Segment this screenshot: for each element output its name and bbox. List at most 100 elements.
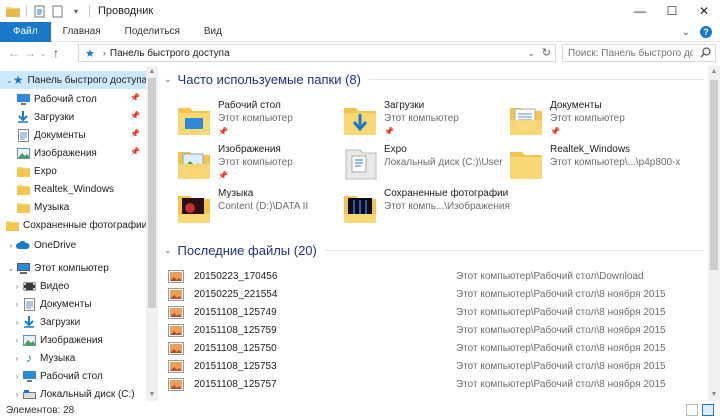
details-view-icon[interactable]	[686, 404, 698, 416]
recent-file-row[interactable]: 20150225_221554 Этот компьютер\Рабочий с…	[168, 285, 704, 303]
customize-toolbar-icon[interactable]: ▾	[69, 4, 83, 18]
help-icon[interactable]: ?	[700, 26, 712, 38]
nav-item-drive-c[interactable]: › Локальный диск (C:)	[0, 385, 146, 401]
expand-icon[interactable]: ›	[12, 282, 22, 291]
folder-name: Изображения	[218, 144, 281, 155]
nav-item-pc-pictures[interactable]: › Изображения	[0, 331, 146, 349]
folder-tile[interactable]: Документы Этот компьютер 📌	[508, 98, 676, 140]
nav-item-this-pc[interactable]: ⌄ Этот компьютер	[0, 259, 146, 277]
documents-folder-icon	[508, 98, 544, 138]
tab-home[interactable]: Главная	[51, 22, 113, 42]
expand-ribbon-icon[interactable]: ⌄	[682, 27, 690, 38]
properties-icon[interactable]	[33, 4, 47, 18]
drive-icon	[22, 387, 36, 401]
folder-tile[interactable]: Рабочий стол Этот компьютер 📌	[176, 98, 344, 140]
content-scroll-thumb[interactable]	[710, 80, 718, 270]
nav-item-saved-photos[interactable]: Сохраненные фотографии	[0, 216, 146, 234]
file-name: 20151108_125759	[194, 324, 277, 336]
recent-locations-button[interactable]: ⌄	[38, 45, 48, 61]
scroll-up-icon[interactable]: ▲	[708, 66, 720, 78]
content-scrollbar[interactable]: ▲ ▼	[708, 66, 720, 401]
expand-icon[interactable]: ›	[12, 318, 22, 327]
nav-item-pc-music[interactable]: › ♪ Музыка	[0, 349, 146, 367]
nav-pane-scroll-thumb[interactable]	[148, 78, 156, 308]
refresh-icon[interactable]: ↻	[542, 45, 551, 61]
search-input[interactable]	[563, 47, 693, 59]
recent-file-row[interactable]: 20151108_125749 Этот компьютер\Рабочий с…	[168, 303, 704, 321]
tab-view[interactable]: Вид	[192, 22, 234, 42]
recent-file-row[interactable]: 20151108_125757 Этот компьютер\Рабочий с…	[168, 375, 704, 393]
folder-tile[interactable]: Сохраненные фотографии Этот компь...\Изо…	[342, 186, 510, 228]
nav-item-downloads[interactable]: Загрузки 📌	[0, 108, 146, 126]
breadcrumb-separator-icon[interactable]: ›	[103, 48, 106, 58]
nav-item-realtek[interactable]: Realtek_Windows	[0, 180, 146, 198]
maximize-button[interactable]: ☐	[656, 0, 688, 22]
nav-item-label: Сохраненные фотографии	[23, 219, 146, 231]
recent-file-row[interactable]: 20151108_125759 Этот компьютер\Рабочий с…	[168, 321, 704, 339]
new-folder-icon[interactable]	[51, 4, 65, 18]
nav-item-video[interactable]: › Видео	[0, 277, 146, 295]
scroll-down-icon[interactable]: ▼	[708, 389, 720, 401]
recent-file-row[interactable]: 20151108_125750 Этот компьютер\Рабочий с…	[168, 339, 704, 357]
nav-item-documents[interactable]: Документы 📌	[0, 126, 146, 144]
folder-name: Документы	[550, 100, 602, 111]
up-button[interactable]: ↑	[48, 45, 64, 61]
nav-item-label: Панель быстрого доступа	[27, 74, 146, 86]
nav-item-expo[interactable]: Expo	[0, 162, 146, 180]
scroll-down-icon[interactable]: ▼	[146, 389, 158, 401]
folder-tile[interactable]: Realtek_Windows Этот компьютер\...\p4p80…	[508, 142, 680, 184]
folder-tile[interactable]: Музыка Content (D:)\DATA II	[176, 186, 344, 228]
music-folder-icon	[176, 186, 212, 226]
search-box[interactable]	[562, 44, 716, 62]
collapse-icon[interactable]: ⌄	[164, 74, 172, 85]
nav-pane-scrollbar[interactable]: ▲ ▼	[146, 66, 158, 401]
expand-icon[interactable]: ›	[12, 354, 22, 363]
collapse-icon[interactable]: ⌄	[6, 264, 16, 273]
scroll-up-icon[interactable]: ▲	[146, 66, 158, 78]
navigation-pane: ⌄ ★ Панель быстрого доступа Рабочий стол…	[0, 66, 158, 401]
file-location: Этот компьютер\Рабочий стол\8 ноября 201…	[456, 306, 666, 318]
nav-item-pc-downloads[interactable]: › Загрузки	[0, 313, 146, 331]
expand-icon[interactable]: ›	[12, 390, 22, 399]
nav-item-quick-access[interactable]: ⌄ ★ Панель быстрого доступа	[0, 71, 146, 89]
forward-button[interactable]: →	[22, 45, 38, 61]
folder-tile[interactable]: Expo Локальный диск (C:)\User	[342, 142, 510, 184]
recent-file-row[interactable]: 20150223_170456 Этот компьютер\Рабочий с…	[168, 267, 704, 285]
nav-item-pc-documents[interactable]: › Документы	[0, 295, 146, 313]
expand-icon[interactable]: ›	[12, 372, 22, 381]
expand-icon[interactable]: ›	[12, 336, 22, 345]
pin-icon: 📌	[130, 129, 140, 138]
nav-item-pictures[interactable]: Изображения 📌	[0, 144, 146, 162]
folder-tile[interactable]: Загрузки Этот компьютер 📌	[342, 98, 510, 140]
breadcrumb-current[interactable]: Панель быстрого доступа	[110, 48, 230, 59]
folder-location: Этот компьютер	[384, 113, 459, 124]
nav-item-onedrive[interactable]: › OneDrive	[0, 236, 146, 254]
back-button[interactable]: ←	[6, 45, 22, 61]
tab-file[interactable]: Файл	[0, 21, 51, 42]
address-dropdown-icon[interactable]: ⌄	[527, 45, 535, 61]
documents-icon	[16, 128, 30, 142]
tab-share[interactable]: Поделиться	[113, 22, 192, 42]
frequent-folders-header[interactable]: ⌄ Часто используемые папки (8)	[164, 72, 704, 87]
recent-files-header[interactable]: ⌄ Последние файлы (20)	[164, 243, 704, 258]
nav-item-music-folder[interactable]: Музыка	[0, 198, 146, 216]
minimize-button[interactable]: —	[624, 0, 656, 22]
collapse-icon[interactable]: ⌄	[164, 245, 172, 256]
ribbon-right-controls: ⌄ ?	[682, 26, 712, 38]
address-bar[interactable]: ★ › Панель быстрого доступа ⌄ ↻	[78, 44, 556, 62]
pin-icon: 📌	[550, 127, 560, 136]
collapse-icon[interactable]: ⌄	[6, 76, 13, 85]
folder-icon	[16, 164, 30, 178]
expand-icon[interactable]: ›	[6, 241, 16, 250]
nav-item-label: Этот компьютер	[34, 262, 109, 274]
recent-file-row[interactable]: 20151108_125753 Этот компьютер\Рабочий с…	[168, 357, 704, 375]
folder-tile[interactable]: Изображения Этот компьютер 📌	[176, 142, 344, 184]
image-file-icon	[168, 269, 184, 283]
tiles-view-icon[interactable]	[702, 404, 714, 416]
close-button[interactable]: ✕	[688, 0, 720, 22]
star-icon: ★	[12, 73, 24, 87]
nav-item-desktop[interactable]: Рабочий стол 📌	[0, 90, 146, 108]
nav-item-pc-desktop[interactable]: › Рабочий стол	[0, 367, 146, 385]
expand-icon[interactable]: ›	[12, 300, 22, 309]
file-name: 20151108_125750	[194, 342, 277, 354]
